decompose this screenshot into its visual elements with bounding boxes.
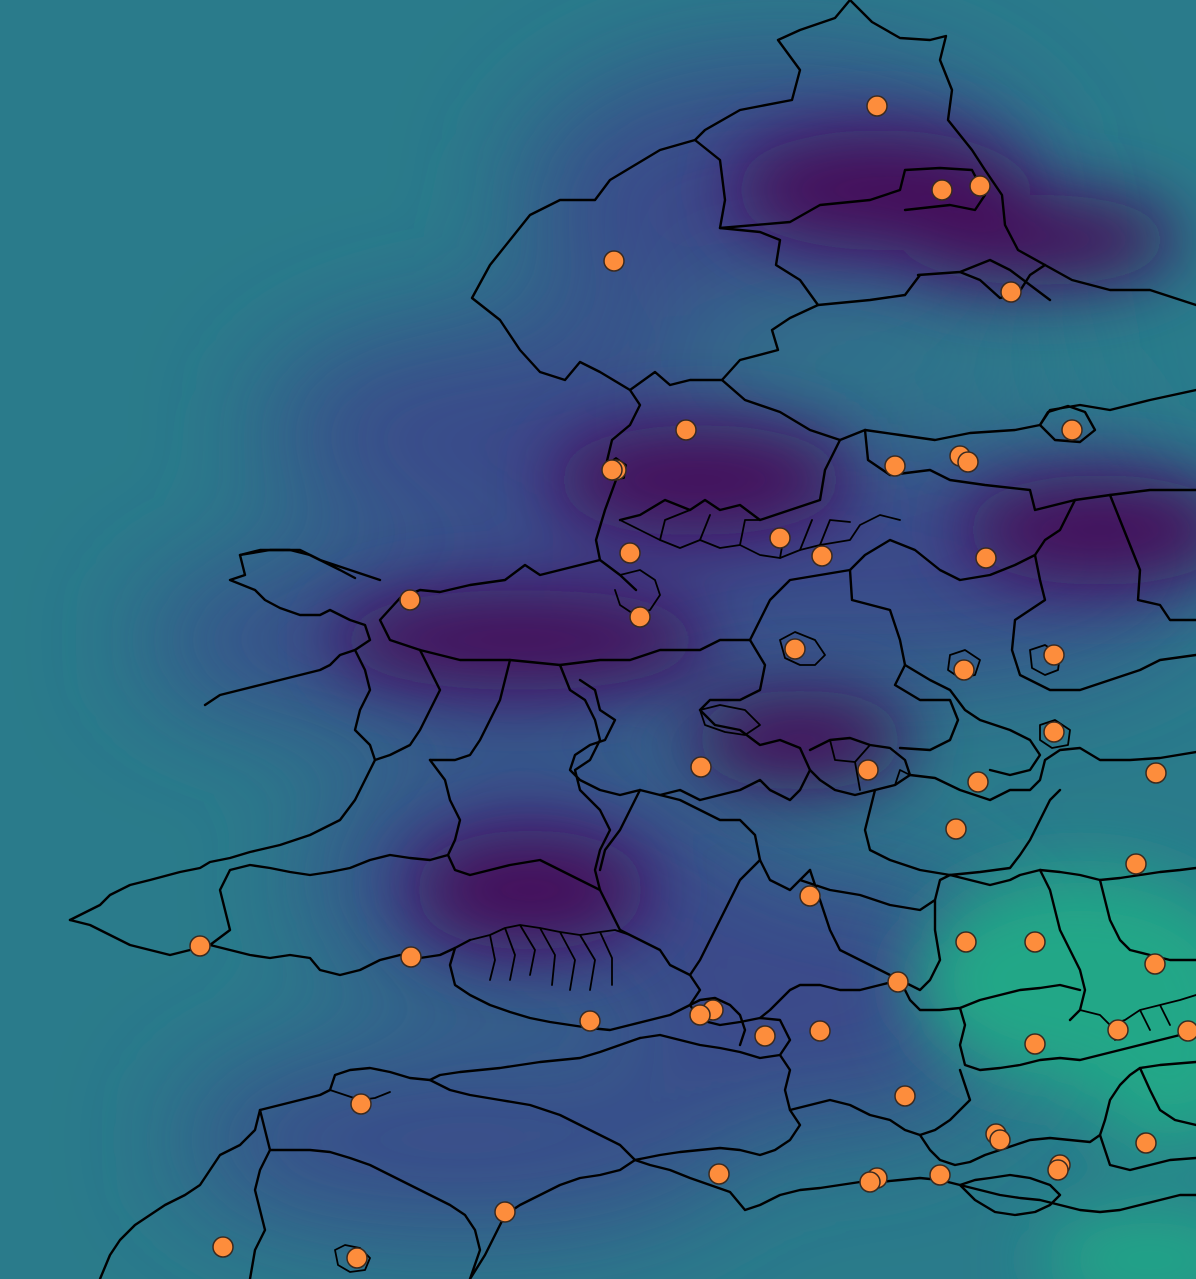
site-marker[interactable] bbox=[1144, 953, 1166, 975]
site-marker[interactable] bbox=[399, 589, 421, 611]
site-marker[interactable] bbox=[1135, 1132, 1157, 1154]
site-marker[interactable] bbox=[811, 545, 833, 567]
site-marker[interactable] bbox=[857, 759, 879, 781]
site-marker[interactable] bbox=[866, 95, 888, 117]
site-marker[interactable] bbox=[400, 946, 422, 968]
site-marker[interactable] bbox=[1145, 762, 1167, 784]
site-marker[interactable] bbox=[212, 1236, 234, 1258]
site-marker[interactable] bbox=[884, 455, 906, 477]
site-marker[interactable] bbox=[809, 1020, 831, 1042]
surface-min-south-wales bbox=[410, 830, 650, 950]
site-marker[interactable] bbox=[754, 1025, 776, 1047]
site-marker[interactable] bbox=[1043, 721, 1065, 743]
map-svg[interactable] bbox=[0, 0, 1196, 1279]
surface-gap-humber bbox=[660, 300, 1100, 420]
site-marker[interactable] bbox=[989, 1129, 1011, 1151]
site-marker[interactable] bbox=[967, 771, 989, 793]
site-marker[interactable] bbox=[1043, 644, 1065, 666]
site-marker[interactable] bbox=[1024, 931, 1046, 953]
site-marker[interactable] bbox=[784, 638, 806, 660]
site-marker[interactable] bbox=[603, 250, 625, 272]
site-marker[interactable] bbox=[799, 885, 821, 907]
site-marker[interactable] bbox=[690, 756, 712, 778]
site-marker[interactable] bbox=[494, 1201, 516, 1223]
site-marker[interactable] bbox=[957, 451, 979, 473]
site-marker[interactable] bbox=[689, 1004, 711, 1026]
site-marker[interactable] bbox=[859, 1171, 881, 1193]
site-marker[interactable] bbox=[346, 1247, 368, 1269]
site-marker[interactable] bbox=[629, 606, 651, 628]
site-marker[interactable] bbox=[675, 419, 697, 441]
site-marker[interactable] bbox=[1061, 419, 1083, 441]
site-marker[interactable] bbox=[350, 1093, 372, 1115]
site-marker[interactable] bbox=[1125, 853, 1147, 875]
site-marker[interactable] bbox=[969, 175, 991, 197]
site-marker[interactable] bbox=[601, 459, 623, 481]
surface-min-lancs bbox=[550, 425, 850, 535]
site-marker[interactable] bbox=[955, 931, 977, 953]
site-marker[interactable] bbox=[953, 659, 975, 681]
site-marker[interactable] bbox=[975, 547, 997, 569]
site-marker[interactable] bbox=[945, 818, 967, 840]
surface-min-tees bbox=[900, 195, 1180, 285]
site-marker[interactable] bbox=[769, 527, 791, 549]
site-marker[interactable] bbox=[929, 1164, 951, 1186]
site-marker[interactable] bbox=[1177, 1020, 1196, 1042]
map-canvas[interactable] bbox=[0, 0, 1196, 1279]
surface-low-band-southwest bbox=[180, 1050, 740, 1230]
site-marker[interactable] bbox=[708, 1163, 730, 1185]
site-marker[interactable] bbox=[931, 179, 953, 201]
site-marker[interactable] bbox=[1024, 1033, 1046, 1055]
site-marker[interactable] bbox=[1107, 1019, 1129, 1041]
site-marker[interactable] bbox=[894, 1085, 916, 1107]
site-marker[interactable] bbox=[887, 971, 909, 993]
site-marker[interactable] bbox=[1000, 281, 1022, 303]
site-marker[interactable] bbox=[189, 935, 211, 957]
site-marker[interactable] bbox=[619, 542, 641, 564]
site-marker[interactable] bbox=[579, 1010, 601, 1032]
site-marker[interactable] bbox=[1047, 1159, 1069, 1181]
